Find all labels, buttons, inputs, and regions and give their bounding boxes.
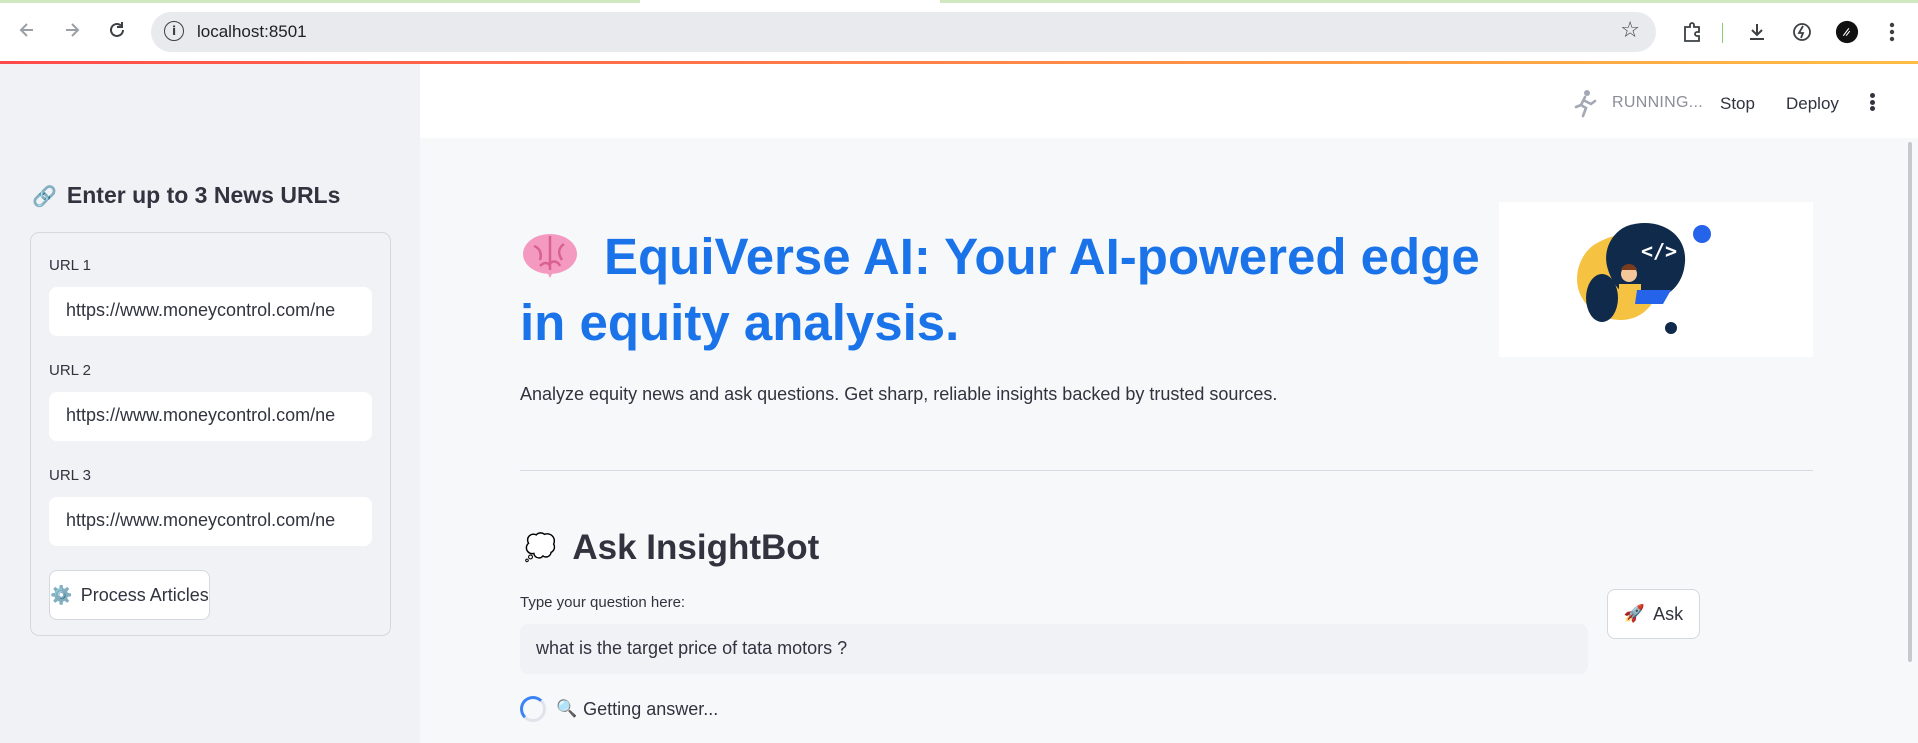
download-icon[interactable] [1745,20,1769,44]
logo-code-glyph: </> [1641,239,1677,263]
chrome-menu-icon[interactable] [1880,20,1904,44]
ask-section-heading: 💭 Ask InsightBot [524,528,819,568]
address-bar[interactable]: i localhost:8501 ☆ [151,12,1656,52]
rocket-icon: 🚀 [1623,604,1646,624]
loading-text: Getting answer... [583,698,719,719]
page-title: EquiVerse AI: Your AI-powered edge in eq… [520,224,1500,356]
process-articles-label: Process Articles [80,584,209,605]
url-2-input[interactable]: https://www.moneycontrol.com/ne [49,392,372,441]
gear-icon: ⚙️ [50,584,73,606]
link-icon: 🔗 [32,183,57,208]
main-content: RUNNING... Stop Deploy EquiVerse AI: You… [420,64,1918,743]
url-1-input[interactable]: https://www.moneycontrol.com/ne [49,287,372,336]
magnifier-icon: 🔍 [556,699,578,719]
status-text: RUNNING... [1612,94,1703,111]
extensions-icon[interactable] [1680,20,1704,44]
main-menu-icon[interactable] [1867,90,1877,114]
spinner-icon [520,696,546,722]
section-divider [520,470,1813,471]
running-man-icon [1574,90,1597,118]
question-input[interactable]: what is the target price of tata motors … [520,624,1588,674]
sidebar-header: 🔗 Enter up to 3 News URLs [32,182,340,209]
toolbar-divider [1722,23,1723,43]
app-header: RUNNING... Stop Deploy [420,64,1918,138]
sidebar: 🔗 Enter up to 3 News URLs URL 1 https://… [0,64,420,743]
performance-icon[interactable] [1790,20,1814,44]
title-text: EquiVerse AI: Your AI-powered edge in eq… [520,228,1480,351]
ask-heading-text: Ask InsightBot [572,528,820,567]
site-info-icon[interactable]: i [164,21,184,41]
url-3-input[interactable]: https://www.moneycontrol.com/ne [49,497,372,546]
browser-toolbar: i localhost:8501 ☆ [0,3,1918,61]
url-form: URL 1 https://www.moneycontrol.com/ne UR… [30,232,391,636]
forward-arrow-icon[interactable] [59,17,85,43]
running-status: RUNNING... [1570,88,1703,118]
bookmark-star-icon[interactable]: ☆ [1620,18,1640,43]
deploy-button[interactable]: Deploy [1786,94,1839,114]
logo-image: </> [1499,202,1813,357]
reload-icon[interactable] [104,17,130,43]
question-label: Type your question here: [520,594,686,611]
profile-avatar-icon[interactable] [1835,20,1859,44]
stop-button[interactable]: Stop [1720,94,1755,114]
url-1-label: URL 1 [49,257,91,274]
process-articles-button[interactable]: ⚙️ Process Articles [49,570,210,620]
subtitle: Analyze equity news and ask questions. G… [520,384,1278,404]
address-url[interactable]: localhost:8501 [197,22,307,42]
url-2-label: URL 2 [49,362,91,379]
scrollbar[interactable] [1908,142,1912,662]
thought-bubble-icon: 💭 [524,533,557,563]
ask-button[interactable]: 🚀 Ask [1607,589,1700,639]
url-3-label: URL 3 [49,467,91,484]
loading-indicator: 🔍 Getting answer... [520,696,718,722]
sidebar-header-text: Enter up to 3 News URLs [66,182,341,208]
ask-button-label: Ask [1653,603,1684,624]
brain-icon [520,230,584,280]
back-arrow-icon[interactable] [14,17,40,43]
